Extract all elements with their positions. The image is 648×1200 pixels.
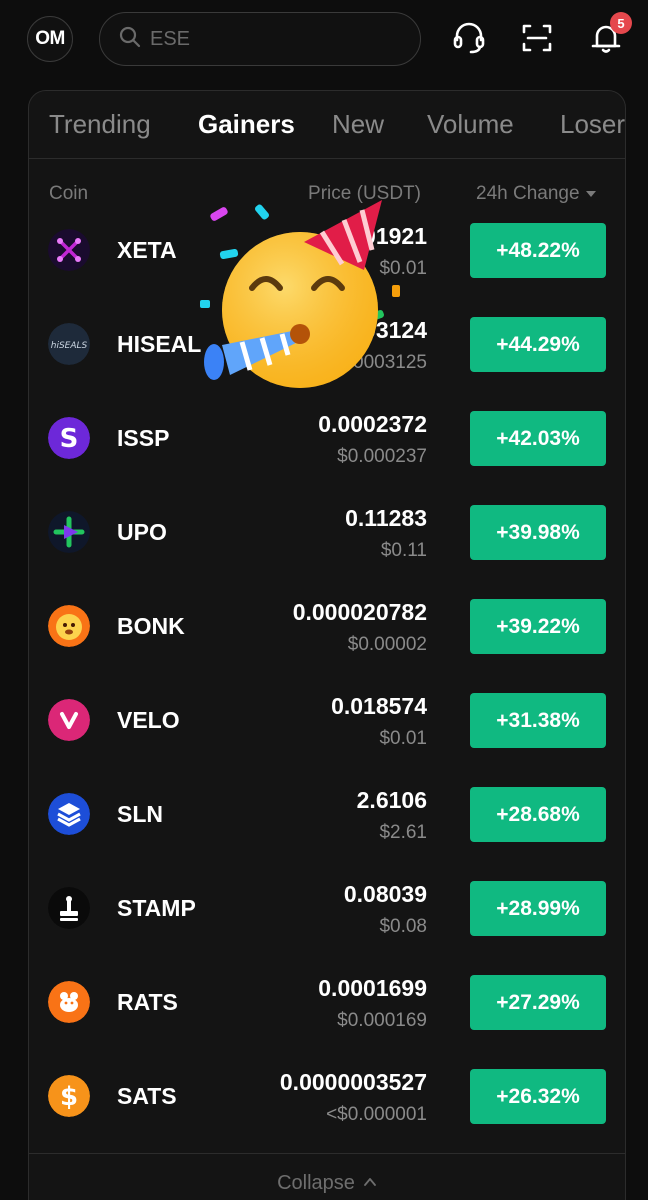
column-header-change[interactable]: 24h Change: [476, 183, 596, 205]
coin-usd-price: <$0.000001: [326, 1104, 427, 1125]
coin-price: 0.11283: [345, 505, 427, 531]
coin-row-stamp[interactable]: STAMP 0.08039 $0.08 +28.99%: [29, 867, 625, 961]
coin-symbol: VELO: [117, 707, 180, 733]
coin-usd-price: $0.11: [380, 540, 427, 561]
coin-symbol: SATS: [117, 1083, 177, 1109]
coin-symbol: UPO: [117, 519, 167, 545]
market-tabs: Trending Gainers New Volume Losers: [29, 91, 625, 159]
change-badge[interactable]: +39.22%: [470, 599, 606, 654]
notification-bell-icon[interactable]: 5: [586, 12, 632, 58]
svg-text:$: $: [60, 1082, 78, 1112]
coin-row-upo[interactable]: UPO 0.11283 $0.11 +39.98%: [29, 491, 625, 585]
tab-volume[interactable]: Volume: [427, 109, 514, 140]
coin-row-velo[interactable]: VELO 0.018574 $0.01 +31.38%: [29, 679, 625, 773]
column-header-coin[interactable]: Coin: [49, 183, 88, 205]
top-bar: OM ESE 5: [0, 0, 648, 80]
coin-usd-price: $0.00002: [347, 634, 427, 655]
coin-price: 0.0000003527: [279, 1069, 427, 1095]
coin-symbol: ISSP: [117, 425, 170, 451]
coin-price: 0.0001699: [318, 975, 427, 1001]
column-header-change-label: 24h Change: [476, 183, 580, 204]
coin-row-sats[interactable]: $ SATS 0.0000003527 <$0.000001 +26.32%: [29, 1055, 625, 1149]
support-headset-icon[interactable]: [449, 18, 489, 58]
svg-text:S: S: [60, 424, 79, 454]
change-badge[interactable]: +42.03%: [470, 411, 606, 466]
sln-logo: [48, 793, 90, 835]
coin-usd-price: $2.61: [379, 822, 427, 843]
scan-icon[interactable]: [517, 18, 557, 58]
sats-logo: $: [48, 1075, 90, 1117]
coin-symbol: SLN: [117, 801, 163, 827]
coin-price: 2.6106: [356, 787, 427, 813]
coin-price: 0.000020782: [292, 599, 427, 625]
chevron-up-icon: [363, 1172, 377, 1195]
tab-losers[interactable]: Losers: [560, 109, 625, 140]
change-badge[interactable]: +27.29%: [470, 975, 606, 1030]
change-badge[interactable]: +44.29%: [470, 317, 606, 372]
coin-symbol: HISEAL: [117, 331, 202, 357]
coin-symbol: STAMP: [117, 895, 196, 921]
search-icon: [118, 25, 142, 54]
tab-gainers[interactable]: Gainers: [198, 109, 295, 140]
coin-row-rats[interactable]: RATS 0.0001699 $0.000169 +27.29%: [29, 961, 625, 1055]
coin-row-bonk[interactable]: BONK 0.000020782 $0.00002 +39.22%: [29, 585, 625, 679]
coin-usd-price: $0.000169: [337, 1010, 427, 1031]
tab-trending[interactable]: Trending: [49, 109, 151, 140]
change-badge[interactable]: +28.99%: [470, 881, 606, 936]
stamp-logo: [48, 887, 90, 929]
issp-logo: S: [48, 417, 90, 459]
rats-logo: [48, 981, 90, 1023]
coin-price: 0.0002372: [318, 411, 427, 437]
coin-price: 0.08039: [343, 881, 427, 907]
search-input[interactable]: ESE: [99, 12, 421, 66]
coin-symbol: BONK: [117, 613, 185, 639]
coin-row-sln[interactable]: SLN 2.6106 $2.61 +28.68%: [29, 773, 625, 867]
partying-face-emoji: [192, 200, 412, 390]
coin-symbol: RATS: [117, 989, 178, 1015]
notification-badge: 5: [610, 12, 632, 34]
collapse-label: Collapse: [277, 1172, 355, 1194]
coin-symbol: XETA: [117, 237, 177, 263]
coin-row-issp[interactable]: S ISSP 0.0002372 $0.000237 +42.03%: [29, 397, 625, 491]
upo-logo: [48, 511, 90, 553]
change-badge[interactable]: +31.38%: [470, 693, 606, 748]
tab-new[interactable]: New: [332, 109, 384, 140]
search-placeholder: ESE: [150, 27, 191, 50]
collapse-button[interactable]: Collapse: [29, 1153, 625, 1200]
svg-text:hiSEALS: hiSEALS: [51, 341, 88, 351]
coin-price: 0.018574: [331, 693, 427, 719]
avatar[interactable]: OM: [27, 16, 73, 62]
coin-usd-price: $0.000237: [337, 446, 427, 467]
coin-usd-price: $0.08: [379, 916, 427, 937]
change-badge[interactable]: +26.32%: [470, 1069, 606, 1124]
change-badge[interactable]: +48.22%: [470, 223, 606, 278]
sort-caret-icon: [585, 191, 596, 197]
hiseals-logo: hiSEALS: [48, 323, 90, 365]
change-badge[interactable]: +39.98%: [470, 505, 606, 560]
change-badge[interactable]: +28.68%: [470, 787, 606, 842]
bonk-logo: [48, 605, 90, 647]
coin-usd-price: $0.01: [379, 728, 427, 749]
xeta-logo: [48, 229, 90, 271]
velo-logo: [48, 699, 90, 741]
